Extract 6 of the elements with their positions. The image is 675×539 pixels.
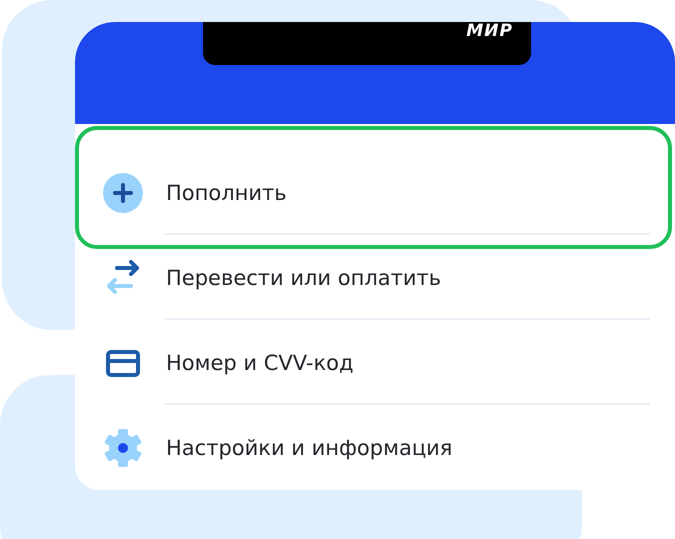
menu-item[interactable]: Пополнить bbox=[75, 126, 672, 249]
card-brand: МИР bbox=[466, 22, 513, 40]
menu-item[interactable]: Настройки и информация bbox=[75, 405, 675, 490]
menu-item[interactable]: Номер и CVV-код bbox=[75, 320, 675, 405]
settings-icon bbox=[103, 428, 143, 468]
plus-icon bbox=[103, 172, 143, 212]
